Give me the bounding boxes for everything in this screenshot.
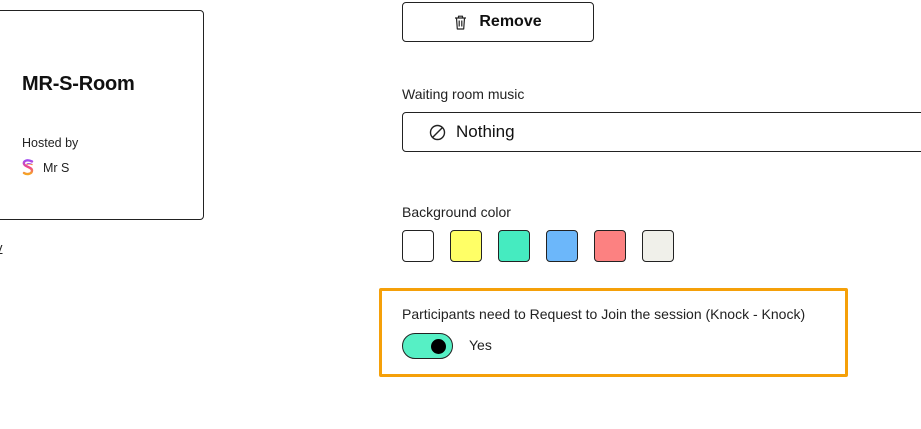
hosted-by-label: Hosted by	[22, 136, 79, 150]
knock-toggle[interactable]	[402, 333, 453, 359]
color-swatch-yellow[interactable]	[450, 230, 482, 262]
color-swatch-white[interactable]	[402, 230, 434, 262]
preview-link[interactable]: v	[0, 240, 3, 255]
host-row: Mr S	[22, 159, 69, 176]
remove-button-label: Remove	[479, 13, 542, 30]
room-card: MR-S-Room Hosted by Mr S	[0, 10, 204, 220]
background-color-label: Background color	[402, 204, 511, 220]
color-swatch-blue[interactable]	[546, 230, 578, 262]
knock-toggle-text: Yes	[469, 337, 492, 353]
room-title: MR-S-Room	[22, 73, 135, 95]
waiting-music-select[interactable]: Nothing	[402, 112, 921, 152]
waiting-music-value: Nothing	[456, 122, 515, 141]
none-icon	[429, 124, 446, 140]
trash-icon	[455, 15, 467, 30]
color-swatches	[402, 230, 674, 262]
color-swatch-red[interactable]	[594, 230, 626, 262]
color-swatch-green[interactable]	[498, 230, 530, 262]
waiting-music-label: Waiting room music	[402, 86, 525, 102]
host-name: Mr S	[43, 160, 70, 175]
remove-button[interactable]: Remove	[402, 2, 594, 42]
host-logo-icon	[22, 159, 34, 176]
knock-setting-highlight: Participants need to Request to Join the…	[379, 288, 848, 377]
knock-setting-label: Participants need to Request to Join the…	[402, 306, 806, 322]
color-swatch-gray[interactable]	[642, 230, 674, 262]
toggle-knob	[431, 339, 446, 354]
